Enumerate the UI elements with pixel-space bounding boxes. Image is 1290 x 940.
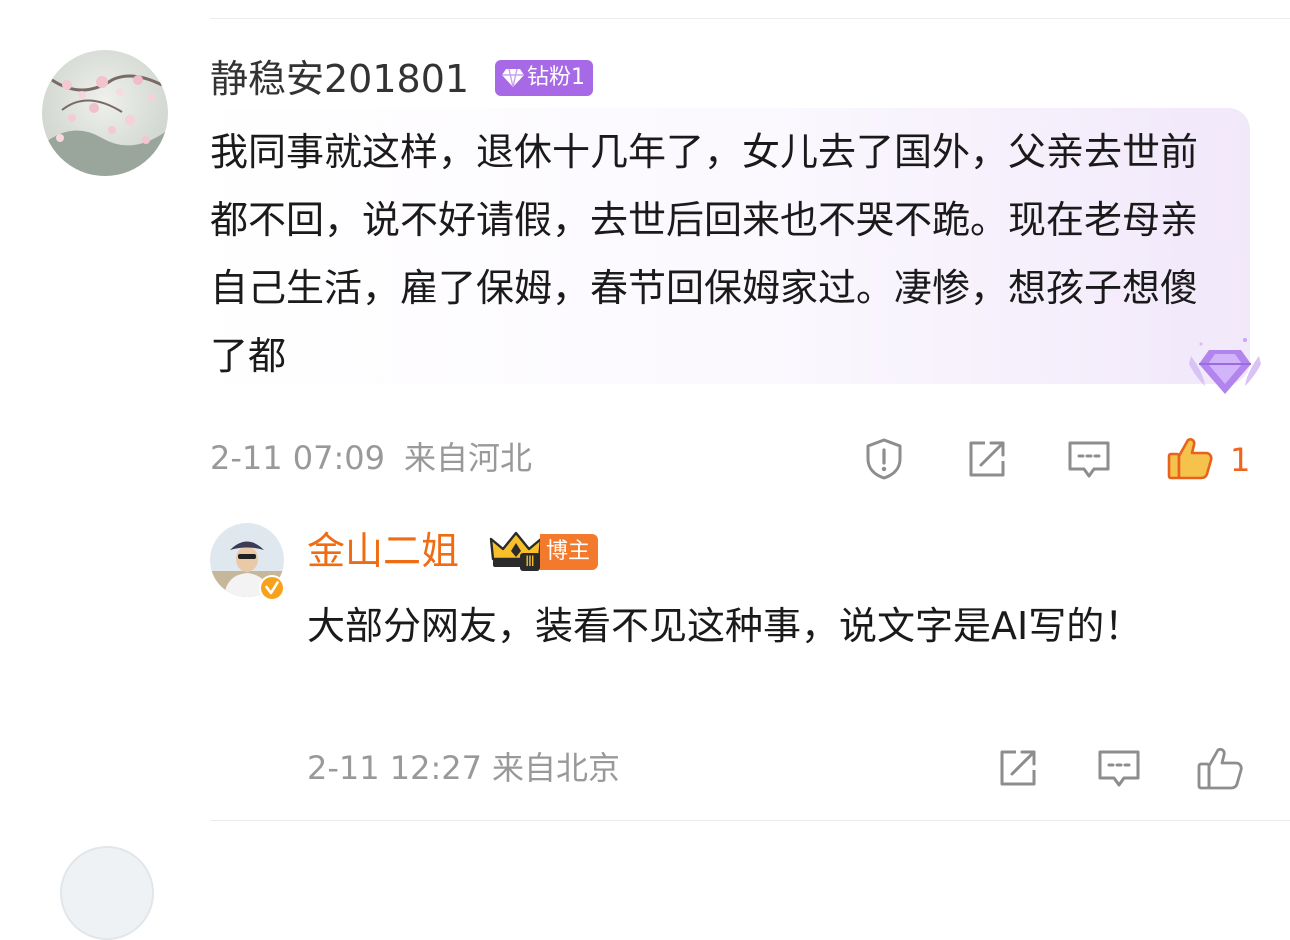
share-icon[interactable] bbox=[965, 437, 1009, 481]
reply-location: 来自北京 bbox=[492, 749, 621, 787]
reply-comment-icon[interactable] bbox=[1096, 747, 1142, 791]
blogger-badge-label: 博主 bbox=[546, 539, 591, 564]
fan-decoration-icon bbox=[1189, 338, 1261, 394]
top-divider bbox=[210, 18, 1290, 19]
reply-timestamp: 2-11 12:27 bbox=[307, 749, 483, 787]
report-shield-icon[interactable] bbox=[862, 437, 906, 481]
next-avatar-peek bbox=[60, 846, 154, 940]
username[interactable]: 静稳安201801 bbox=[210, 60, 469, 98]
like-thumb-icon[interactable] bbox=[1166, 434, 1214, 482]
comment-text[interactable]: 我同事就这样，退休十几年了，女儿去了国外，父亲去世前都不回，说不好请假，去世后回… bbox=[210, 118, 1230, 390]
bottom-divider bbox=[210, 820, 1290, 821]
blogger-level: Ⅲ bbox=[520, 553, 540, 571]
blogger-badge[interactable]: 博主 bbox=[540, 534, 599, 570]
avatar-image bbox=[42, 50, 168, 176]
avatar[interactable] bbox=[42, 50, 168, 176]
like-count: 1 bbox=[1230, 441, 1251, 479]
fan-badge[interactable]: 钻粉1 bbox=[495, 60, 593, 96]
diamond-icon bbox=[502, 68, 524, 88]
reply-username[interactable]: 金山二姐 bbox=[307, 532, 459, 570]
reply-like-icon[interactable] bbox=[1196, 744, 1244, 792]
reply-text[interactable]: 大部分网友，装看不见这种事，说文字是AI写的！ bbox=[307, 592, 1237, 660]
comment-timestamp: 2-11 07:09 bbox=[210, 439, 386, 477]
badge-label: 钻粉1 bbox=[527, 65, 585, 90]
comment-location: 来自河北 bbox=[404, 439, 533, 477]
comment-icon[interactable] bbox=[1066, 438, 1112, 482]
reply-share-icon[interactable] bbox=[996, 746, 1040, 790]
verified-badge-icon bbox=[259, 575, 285, 601]
